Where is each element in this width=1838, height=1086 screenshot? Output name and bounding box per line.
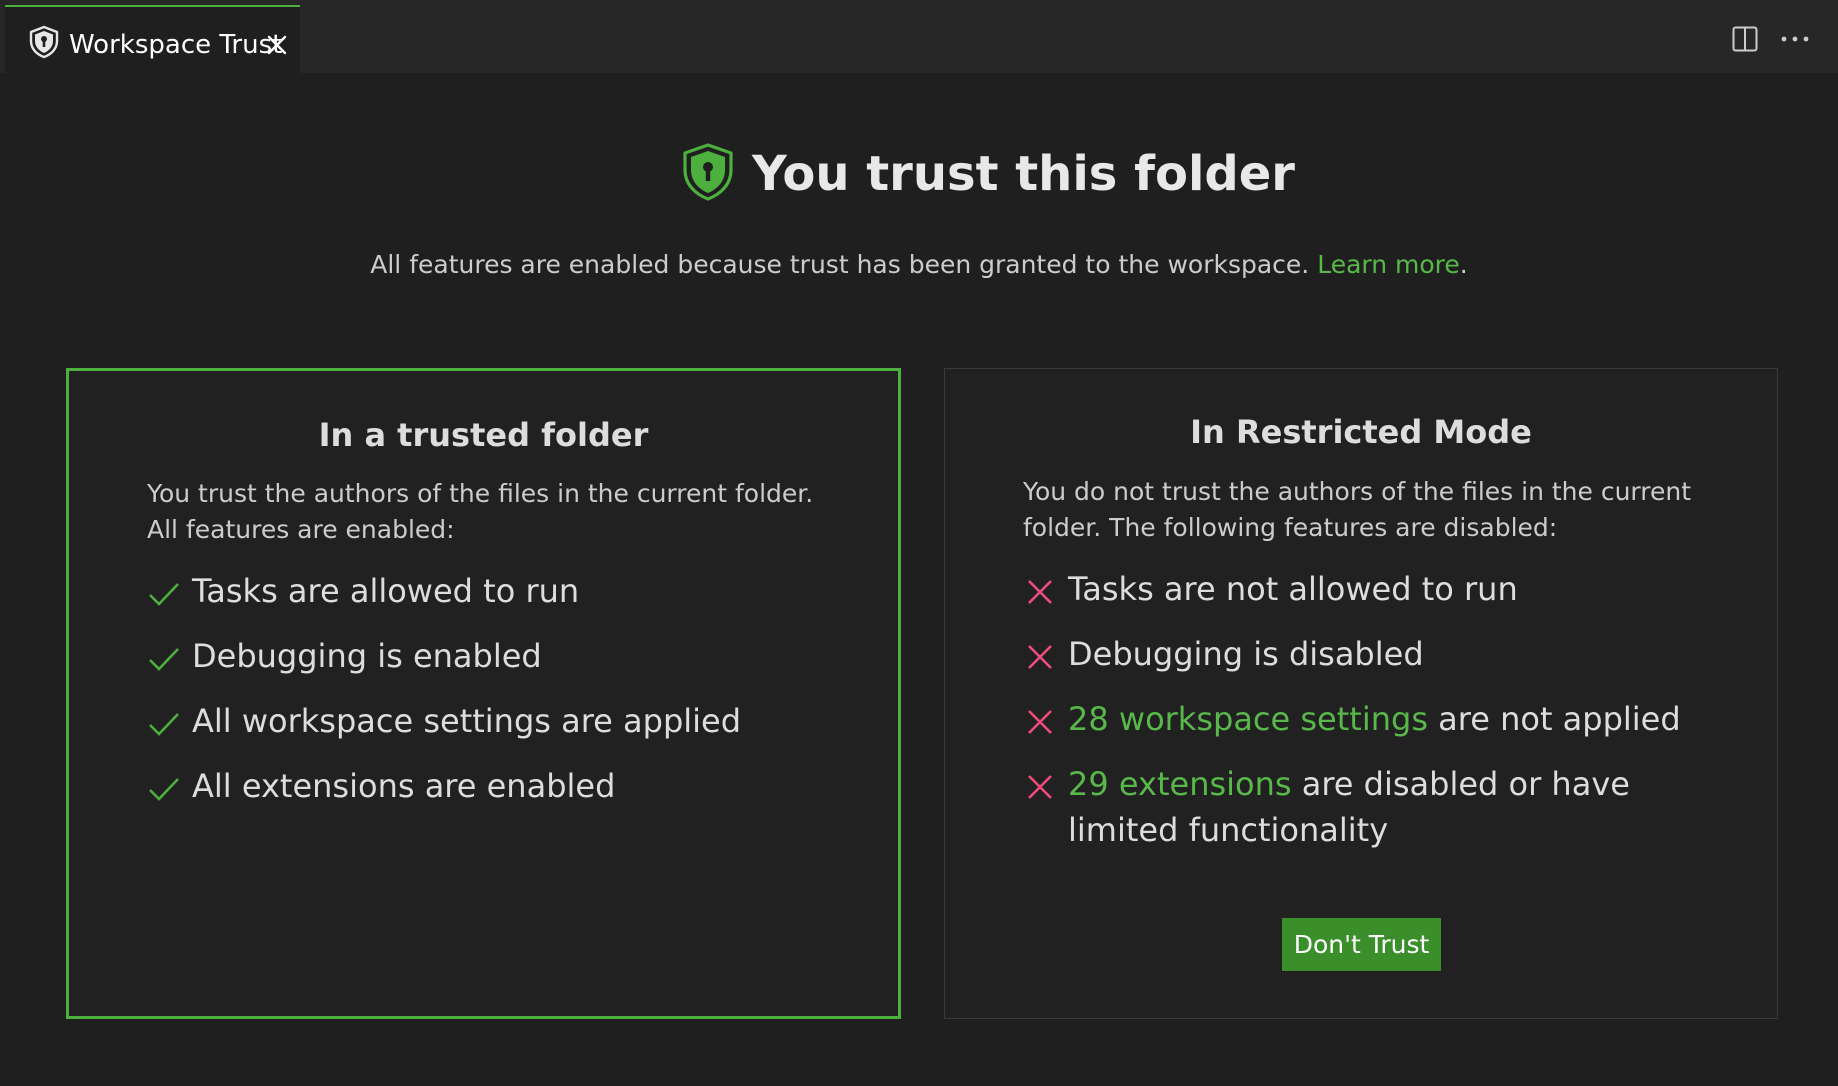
feature-text: All workspace settings are applied xyxy=(192,702,742,740)
tab-title: Workspace Trust xyxy=(69,30,283,60)
feature-text: are not applied xyxy=(1427,700,1681,738)
list-item: Tasks are allowed to run xyxy=(147,568,832,614)
restricted-card-description: You do not trust the authors of the file… xyxy=(1023,477,1692,542)
shield-icon xyxy=(29,25,59,59)
feature-text: Tasks are allowed to run xyxy=(192,572,580,610)
trusted-card-description: You trust the authors of the files in th… xyxy=(147,479,814,544)
feature-text: Tasks are not allowed to run xyxy=(1068,570,1518,608)
tab-workspace-trust[interactable]: Workspace Trust xyxy=(5,5,300,73)
check-icon xyxy=(149,583,179,606)
feature-text: All extensions are enabled xyxy=(192,767,616,805)
list-item: Tasks are not allowed to run xyxy=(1023,566,1708,612)
trusted-card-title: In a trusted folder xyxy=(318,416,649,454)
list-item: Debugging is disabled xyxy=(1023,631,1708,677)
list-item: All workspace settings are applied xyxy=(147,698,832,744)
list-item: Debugging is enabled xyxy=(147,633,832,679)
x-icon xyxy=(1028,775,1052,799)
list-item: 29 extensions are disabled or have limit… xyxy=(1023,761,1708,853)
feature-text: Debugging is disabled xyxy=(1068,635,1424,673)
feature-text: Debugging is enabled xyxy=(192,637,542,675)
restricted-feature-list: Tasks are not allowed to run Debugging i… xyxy=(1023,566,1708,872)
check-icon xyxy=(149,713,179,736)
restricted-mode-card: In Restricted Mode You do not trust the … xyxy=(944,368,1778,1019)
x-icon xyxy=(1028,710,1052,734)
page-title: You trust this folder xyxy=(752,146,1295,202)
split-editor-icon[interactable] xyxy=(1730,24,1760,54)
x-icon xyxy=(1028,645,1052,669)
trusted-folder-card: In a trusted folder You trust the author… xyxy=(66,368,901,1019)
learn-more-link[interactable]: Learn more xyxy=(1317,250,1460,279)
x-icon xyxy=(1028,580,1052,604)
subtitle-text: All features are enabled because trust h… xyxy=(370,250,1310,279)
more-actions-icon[interactable] xyxy=(1779,24,1811,54)
header-subtitle: All features are enabled because trust h… xyxy=(0,248,1838,282)
list-item: All extensions are enabled xyxy=(147,763,832,809)
close-icon[interactable] xyxy=(263,31,291,59)
list-item: 28 workspace settings are not applied xyxy=(1023,696,1708,742)
shield-icon xyxy=(683,143,733,201)
page-header: You trust this folder xyxy=(0,140,1838,210)
check-icon xyxy=(149,778,179,801)
trusted-feature-list: Tasks are allowed to run Debugging is en… xyxy=(147,568,832,828)
extensions-link[interactable]: 29 extensions xyxy=(1068,765,1292,803)
restricted-card-title: In Restricted Mode xyxy=(1190,413,1532,451)
check-icon xyxy=(149,648,179,671)
dont-trust-button[interactable]: Don't Trust xyxy=(1282,918,1441,971)
subtitle-end: . xyxy=(1459,250,1468,279)
tab-bar: Workspace Trust xyxy=(0,0,1838,73)
workspace-settings-link[interactable]: 28 workspace settings xyxy=(1068,700,1428,738)
